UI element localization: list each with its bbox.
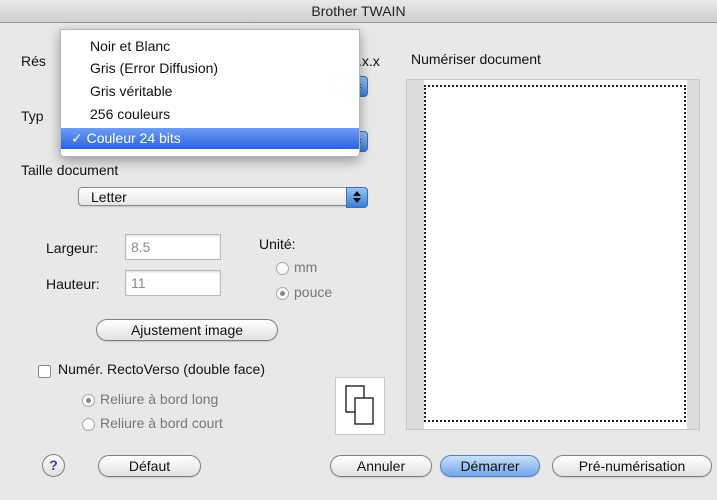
- preview-margin-left: [407, 80, 424, 429]
- document-size-value: Letter: [91, 189, 127, 205]
- adjust-image-button[interactable]: Ajustement image: [96, 319, 278, 341]
- scan-type-menu[interactable]: Noir et Blanc Gris (Error Diffusion) Gri…: [60, 29, 360, 157]
- start-button[interactable]: Démarrer: [440, 455, 540, 477]
- short-edge-label: Reliure à bord court: [100, 415, 223, 431]
- width-field[interactable]: 8.5: [125, 234, 221, 260]
- duplex-label: Numér. RectoVerso (double face): [58, 361, 265, 377]
- default-button[interactable]: Défaut: [98, 455, 201, 477]
- scan-document-label: Numériser document: [411, 51, 541, 67]
- preview-margin-right: [687, 80, 699, 429]
- width-label: Largeur:: [46, 240, 99, 256]
- help-button[interactable]: ?: [42, 454, 65, 477]
- height-label: Hauteur:: [46, 276, 100, 292]
- unit-mm-label: mm: [294, 259, 318, 275]
- document-size-label: Taille document: [21, 162, 119, 178]
- scan-area-frame[interactable]: [424, 85, 686, 422]
- short-edge-radio[interactable]: [82, 418, 95, 431]
- menu-item-24bit-color[interactable]: ✓ Couleur 24 bits: [61, 128, 359, 149]
- unit-inch-label: pouce: [294, 284, 333, 300]
- scan-preview-area[interactable]: [406, 79, 700, 430]
- popup-arrows-icon: [346, 187, 368, 208]
- long-edge-radio[interactable]: [82, 394, 95, 407]
- scan-type-label: Typ: [21, 108, 44, 124]
- resolution-value-label: .x.x: [358, 53, 380, 69]
- unit-inch-radio[interactable]: [276, 287, 289, 300]
- menu-item-true-gray[interactable]: Gris véritable: [61, 81, 359, 102]
- duplex-pages-icon: [335, 377, 385, 435]
- duplex-checkbox[interactable]: [38, 365, 51, 378]
- height-field[interactable]: 11: [125, 270, 221, 296]
- menu-item-gray-error-diffusion[interactable]: Gris (Error Diffusion): [61, 58, 359, 79]
- window-title: Brother TWAIN: [0, 0, 717, 23]
- unit-mm-radio[interactable]: [276, 262, 289, 275]
- resolution-label: Rés: [21, 53, 46, 69]
- unit-label: Unité:: [259, 236, 296, 252]
- prescan-button[interactable]: Pré-numérisation: [552, 455, 712, 477]
- menu-item-256-colors[interactable]: 256 couleurs: [61, 104, 359, 125]
- cancel-button[interactable]: Annuler: [330, 455, 432, 477]
- long-edge-label: Reliure à bord long: [100, 391, 219, 407]
- document-size-select[interactable]: Letter: [78, 187, 368, 208]
- menu-item-black-white[interactable]: Noir et Blanc: [61, 36, 359, 57]
